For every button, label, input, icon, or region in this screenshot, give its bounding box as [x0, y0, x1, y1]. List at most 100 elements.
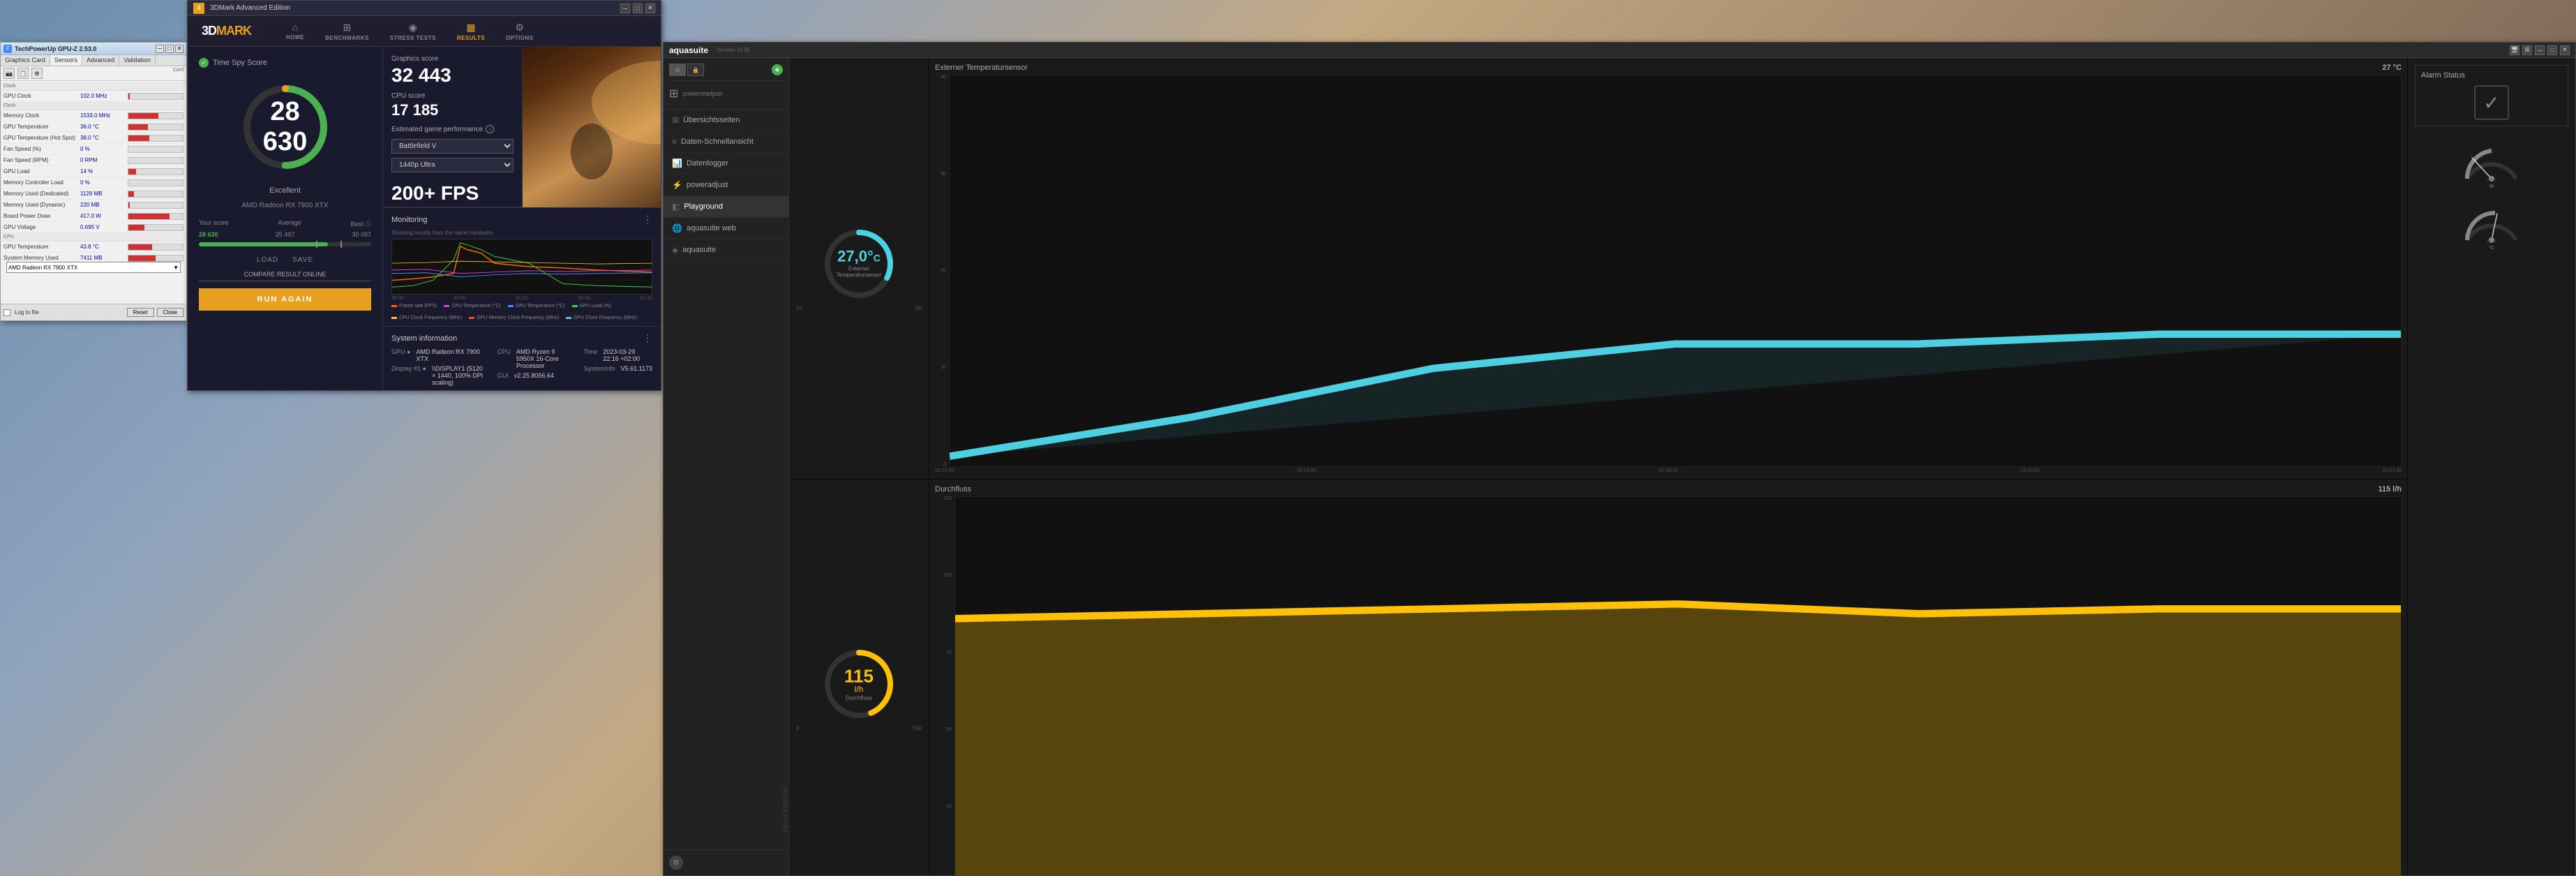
tdmark-nav-stress[interactable]: ◉ STRESS TESTS	[390, 22, 436, 41]
aquasuite-minimize-btn[interactable]: ─	[2535, 45, 2545, 55]
svg-text:W: W	[2489, 184, 2494, 189]
gpuz-label-sysmem: System Memory Used	[3, 255, 80, 261]
tdmark-title-left: 3 3DMark Advanced Edition	[193, 3, 290, 14]
verified-icon: ✓	[199, 58, 209, 68]
gpuz-bar-fanpct	[128, 146, 184, 153]
sidebar-item-datenlogger[interactable]: 📊 Datenlogger	[664, 153, 788, 175]
results-icon: ▦	[466, 22, 475, 34]
gpuz-value-gputemp: 36.0 °C	[80, 124, 128, 130]
legend-item-cpuclock: CPU Clock Frequency (MHz)	[391, 315, 462, 320]
tdmark-x-label-5: 02:45	[640, 296, 652, 301]
aquasuite-icon-btn2[interactable]: ⊞	[2522, 45, 2532, 55]
tdmark-title: 3DMark Advanced Edition	[210, 4, 290, 12]
tdmark-average-label: Average	[278, 219, 301, 228]
gpuz-settings-btn[interactable]: ⚙	[31, 68, 43, 79]
aquasuite-grid-view-btn[interactable]: ⊞	[669, 64, 686, 76]
tdmark-monitoring-menu-btn[interactable]: ⋮	[643, 214, 652, 225]
aquasuite-right-panel: Alarm Status ✓	[2408, 58, 2575, 875]
aquasuite-icon-btn1[interactable]: 🖥	[2510, 45, 2519, 55]
gpuz-minimize-btn[interactable]: ─	[156, 45, 164, 53]
gpuz-tab-graphics[interactable]: Graphics Card	[1, 55, 50, 66]
gpuz-bar-memclock	[128, 112, 184, 119]
tdmark-perf-label: Estimated game performance i	[391, 125, 514, 133]
gpuload-legend-label: GPU Load (%)	[580, 304, 612, 309]
tdmark-game-select[interactable]: Battlefield V	[391, 139, 514, 154]
tdmark-minimize-btn[interactable]: ─	[620, 3, 630, 13]
tdmark-sysinfo: System information ⋮ GPU ● AMD Radeon RX…	[383, 326, 661, 392]
tdmark-maximize-btn[interactable]: □	[633, 3, 643, 13]
gpuz-bar-memdynamic	[128, 202, 184, 209]
sidebar-item-aquasuite-web[interactable]: 🌐 aquasuite web	[664, 218, 788, 239]
tdmark-sysinfo-display-value: \\DISPLAY1 (5120 × 1440, 100% DPI scalin…	[432, 365, 484, 386]
gpuz-camera-btn[interactable]: 📷	[3, 68, 15, 79]
tdmark-resolution-select[interactable]: 1440p Ultra	[391, 158, 514, 172]
temp-chart-y-labels: 40 30 20 10 0	[935, 75, 946, 467]
tdmark-nav-home[interactable]: ⌂ HOME	[286, 22, 304, 40]
tdmark-sysinfo-sysinfo-label: SystemInfo	[584, 365, 615, 372]
gpuz-bar-gputemp	[128, 124, 184, 131]
aquasuite-maximize-btn[interactable]: □	[2547, 45, 2557, 55]
tdmark-fps-value: 200+ FPS	[391, 182, 514, 205]
sidebar-item-datenschnell[interactable]: ≡ Daten-Schnellansicht	[664, 131, 788, 153]
analog-gauges: W Lüfter °C Lüfter	[2415, 133, 2568, 251]
gpuclock-legend-label: GPU Clock Frequency (MHz)	[574, 315, 637, 320]
table-row: Memory Controller Load 0 %	[2, 177, 185, 188]
sidebar-item-poweradjust[interactable]: ⚡ poweradjust	[664, 175, 788, 196]
flow-min-label: 0	[796, 725, 799, 732]
gpuz-label-fanrpm: Fan Speed (RPM)	[3, 157, 80, 163]
tdmark-nav-benchmarks[interactable]: ⊞ BENCHMARKS	[325, 22, 369, 41]
temp-gauge-value: 27,0°C	[837, 248, 881, 264]
tdmark-run-again-button[interactable]: RUN AGAIN	[199, 288, 371, 311]
tdmark-best-label: Best ⓘ	[350, 219, 371, 228]
temp-chart-area	[949, 75, 2402, 467]
tdmark-rating: Excellent	[199, 186, 371, 195]
gpuz-reset-button[interactable]: Reset	[127, 308, 154, 317]
tdmark-sysinfo-menu-btn[interactable]: ⋮	[643, 332, 652, 344]
gpuz-tab-sensors[interactable]: Sensors	[50, 55, 82, 66]
temp-x-2: 22:16:40	[1297, 468, 1316, 473]
tdmark-nav-options[interactable]: ⚙ OPTIONS	[506, 22, 534, 41]
gpumemclock-legend-dot	[469, 317, 474, 319]
gpuz-log-checkbox[interactable]	[3, 309, 10, 316]
temp-gauge-panel: 27,0°C ExternerTemperatursensor 10 50	[789, 58, 929, 479]
aquasuite-lock-btn[interactable]: 🔒	[687, 64, 704, 76]
flow-y-100: 100	[935, 573, 952, 578]
sidebar-item-datenlogger-label: Datenlogger	[687, 159, 728, 168]
gpuz-close-btn[interactable]: ✕	[175, 45, 184, 53]
tdmark-sysinfo-display-label: Display #1 ●	[391, 365, 426, 386]
tdmark-sysinfo-gpu-value: AMD Radeon RX 7900 XTX	[416, 348, 483, 362]
sidebar-item-aquasuite2-label: aquasuite	[682, 246, 716, 254]
tdmark-app-icon: 3	[193, 3, 204, 14]
gpuz-model-select[interactable]: AMD Radeon RX 7900 XTX ▼	[6, 262, 181, 273]
aquasuite-add-button[interactable]: +	[772, 64, 783, 75]
gpuz-maximize-btn[interactable]: □	[165, 45, 174, 53]
flow-gauge-container: 115 l/h Durchfluss	[821, 646, 897, 722]
cputemp-legend-dot	[444, 305, 449, 307]
temp-chart-header: Externer Temperatursensor 27 °C	[935, 64, 2402, 72]
tdmark-x-label-3: 01:20	[516, 296, 528, 301]
tdmark-load-button[interactable]: LOAD	[257, 256, 278, 264]
tdmark-sysinfo-time-value: 2023-03-29 22:16 +02:00	[603, 348, 652, 362]
tdmark-close-btn[interactable]: ✕	[645, 3, 655, 13]
flow-y-75: 75	[935, 651, 952, 655]
gpuz-copy-btn[interactable]: 📋	[17, 68, 29, 79]
gpuz-tab-advanced[interactable]: Advanced	[82, 55, 119, 66]
tdmark-sysinfo-gui-row: GUI v2.25.8056.64	[497, 372, 570, 379]
sidebar-item-playground[interactable]: ◧ Playground	[664, 196, 788, 218]
gpuz-tab-validation[interactable]: Validation	[119, 55, 156, 66]
aquasuite-view-buttons: ⊞ 🔒	[669, 64, 704, 76]
gpuz-bar-gpuload	[128, 168, 184, 175]
gpuz-close-button[interactable]: Close	[157, 308, 184, 317]
tdmark-nav-results[interactable]: ▦ RESULTS	[457, 22, 485, 41]
cpuclock-legend-dot	[391, 317, 397, 319]
tdmark-scene-svg: TIME SPY (V1.2)	[523, 47, 661, 207]
tdmark-compare-button[interactable]: COMPARE RESULT ONLINE	[199, 271, 371, 281]
tdmark-save-button[interactable]: SAVE	[292, 256, 313, 264]
sidebar-item-uebersicht[interactable]: ⊞ Übersichtsseiten	[664, 110, 788, 131]
aquasuite-close-btn[interactable]: ✕	[2560, 45, 2570, 55]
temp-chart-body: 40 30 20 10 0	[935, 75, 2402, 467]
aquasuite-settings-button[interactable]: ⚙	[669, 856, 683, 870]
gpuz-value-gputemp-hot: 38.0 °C	[80, 135, 128, 141]
sidebar-item-aquasuite2[interactable]: ◈ aquasuite	[664, 239, 788, 261]
gpuz-label-gputemp2: GPU Temperature	[3, 244, 80, 250]
